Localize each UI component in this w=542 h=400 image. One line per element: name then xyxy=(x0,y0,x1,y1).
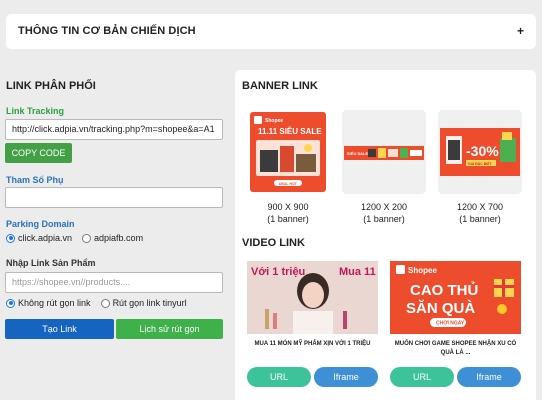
expand-icon[interactable]: + xyxy=(517,24,524,38)
campaign-info-panel[interactable]: THÔNG TIN CƠ BẢN CHIẾN DỊCH + xyxy=(6,14,536,49)
video-overlay-left: Với 1 triệu xyxy=(251,266,305,278)
shorten-option-label: Rút gọn link tinyurl xyxy=(112,298,187,308)
banner-tag-text: 11.11 SIÊU SALE xyxy=(258,127,322,136)
distribution-title: LINK PHÂN PHỐI xyxy=(6,80,96,92)
banner-count: (1 banner) xyxy=(459,214,501,224)
parking-radio-adpia[interactable] xyxy=(6,233,15,243)
tracking-link-input[interactable]: http://click.adpia.vn/tracking.php?m=sho… xyxy=(5,119,223,140)
banner-tag-text: -30% xyxy=(466,143,499,159)
parking-option-label: adpiafb.com xyxy=(94,233,144,243)
sub-param-label: Tham Số Phụ xyxy=(6,175,64,185)
video-thumbnail-2[interactable]: Shopee CAO THỦ SĂN QUÀ CHƠI NGAY xyxy=(390,261,521,334)
video-iframe-button[interactable]: Iframe xyxy=(314,367,378,387)
banner-tag-text: SIÊU SALE xyxy=(347,151,368,156)
parking-domain-label: Parking Domain xyxy=(6,219,75,229)
banner-900x900[interactable]: Shopee 11.11 SIÊU SALE DEAL HOT xyxy=(246,110,330,194)
banner-1200x200[interactable]: SIÊU SALE xyxy=(342,110,426,194)
copy-code-button[interactable]: COPY CODE xyxy=(5,143,72,163)
video-overlay-line1: CAO THỦ xyxy=(410,281,478,299)
shorten-options: Không rút gọn link Rút gọn link tinyurl xyxy=(6,298,187,308)
video-url-button[interactable]: URL xyxy=(390,367,454,387)
banner-size: 900 X 900 xyxy=(267,202,309,212)
video-overlay-brand: Shopee xyxy=(408,266,437,275)
parking-option-label: click.adpia.vn xyxy=(18,233,73,243)
parking-domain-options: click.adpia.vn adpiafb.com xyxy=(6,233,143,243)
banner-link-title: BANNER LINK xyxy=(242,80,318,92)
product-link-label: Nhập Link Sản Phẩm xyxy=(6,258,96,268)
video-link-title: VIDEO LINK xyxy=(242,237,305,249)
parking-radio-adpiafb[interactable] xyxy=(82,233,92,243)
create-link-button[interactable]: Tạo Link xyxy=(5,319,114,339)
video-overlay-cta: CHƠI NGAY xyxy=(436,321,465,327)
shorten-option-label: Không rút gọn link xyxy=(18,298,91,308)
shorten-radio-tinyurl[interactable] xyxy=(100,298,110,308)
product-link-input[interactable]: https://shopee.vn//products.... xyxy=(5,272,223,293)
video-iframe-button[interactable]: Iframe xyxy=(457,367,521,387)
media-panel: BANNER LINK Shopee 11.11 SIÊU SALE DEAL … xyxy=(235,70,536,400)
banner-brand-text: Shopee xyxy=(265,118,283,124)
link-distribution-panel: LINK PHÂN PHỐI Link Tracking http://clic… xyxy=(0,70,231,400)
banner-1200x700[interactable]: -30% GIÁ ĐẶC BIỆT xyxy=(438,110,522,194)
video-thumbnail-1[interactable]: Với 1 triệu Mua 11 món xyxy=(247,261,378,334)
banner-badge-text: GIÁ ĐẶC BIỆT xyxy=(468,161,493,166)
banner-count: (1 banner) xyxy=(363,214,405,224)
banner-count: (1 banner) xyxy=(267,214,309,224)
shorten-history-button[interactable]: Lịch sử rút gọn xyxy=(116,319,223,339)
campaign-info-title: THÔNG TIN CƠ BẢN CHIẾN DỊCH xyxy=(18,25,196,37)
video-overlay-right: Mua 11 món xyxy=(339,266,378,278)
banner-badge-text: DEAL HOT xyxy=(279,182,298,186)
video-url-button[interactable]: URL xyxy=(247,367,311,387)
shorten-radio-none[interactable] xyxy=(6,298,15,308)
banner-size: 1200 X 700 xyxy=(456,202,504,212)
video-title: MUA 11 MÓN MỸ PHẨM XỊN VỚI 1 TRIỆU xyxy=(254,341,371,347)
tracking-label: Link Tracking xyxy=(6,106,65,116)
banner-size: 1200 X 200 xyxy=(360,202,408,212)
sub-param-input[interactable] xyxy=(5,187,223,208)
video-title: MUỐN CHƠI GAME SHOPEE NHẬN XU CÓ QUÀ LÀ … xyxy=(394,341,517,356)
video-overlay-line2: SĂN QUÀ xyxy=(406,300,475,317)
